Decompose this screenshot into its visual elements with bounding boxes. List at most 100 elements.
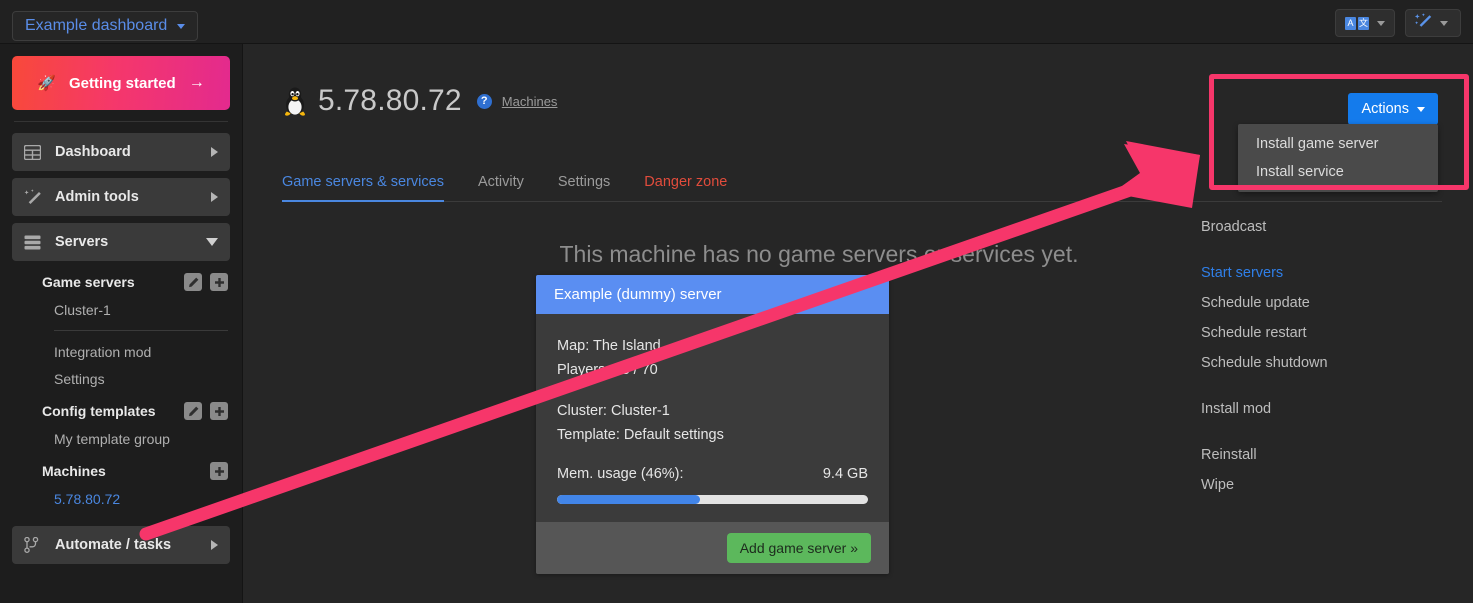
language-icon-letter-cjk: 文 — [1358, 17, 1369, 30]
actions-button-label: Actions — [1361, 101, 1409, 117]
sidebar-group-config-templates: Config templates — [14, 397, 228, 425]
rocket-icon: 🚀 — [37, 74, 56, 92]
sidebar-item-label: Automate / tasks — [55, 537, 211, 553]
memory-progress-bar — [557, 495, 868, 504]
menu-item-install-game-server[interactable]: Install game server — [1238, 130, 1438, 158]
sidebar-item-label: Admin tools — [55, 189, 211, 205]
sidebar-item-integration-mod[interactable]: Integration mod — [14, 338, 228, 365]
card-memory-label: Mem. usage (46%): — [557, 466, 684, 482]
card-header: Example (dummy) server — [536, 275, 889, 314]
chevron-down-icon — [206, 238, 218, 246]
plus-icon[interactable] — [210, 402, 228, 420]
tab-game-servers-services[interactable]: Game servers & services — [282, 174, 461, 201]
actions-button[interactable]: Actions — [1348, 93, 1438, 125]
sidebar-item-label: Dashboard — [55, 144, 211, 160]
card-footer: Add game server » — [536, 522, 889, 574]
pencil-icon[interactable] — [184, 402, 202, 420]
action-links-spacer — [1201, 378, 1328, 394]
sidebar: 🚀 Getting started → Dashboard — [0, 44, 243, 603]
chevron-down-icon — [1377, 21, 1385, 26]
card-title: Example (dummy) server — [554, 286, 722, 303]
app-root: Example dashboard A 文 — [0, 0, 1473, 603]
chevron-right-icon — [211, 147, 218, 157]
sidebar-item-settings[interactable]: Settings — [14, 365, 228, 392]
sidebar-item-dashboard[interactable]: Dashboard — [12, 133, 230, 171]
magic-wand-icon — [24, 189, 46, 205]
chevron-down-icon — [1440, 21, 1448, 26]
card-memory-row: Mem. usage (46%): 9.4 GB — [557, 466, 868, 482]
action-links-list: Broadcast Start servers Schedule update … — [1201, 212, 1328, 500]
language-icon: A 文 — [1345, 17, 1369, 30]
sidebar-divider — [14, 121, 228, 122]
card-memory-value: 9.4 GB — [823, 466, 868, 482]
main-content: 5.78.80.72 ? Machines Game servers & ser… — [244, 44, 1473, 603]
breadcrumb[interactable]: Machines — [502, 94, 558, 109]
card-cluster-line: Cluster: Cluster-1 — [557, 399, 868, 423]
action-link-reinstall[interactable]: Reinstall — [1201, 440, 1328, 470]
branch-icon — [24, 537, 46, 553]
menu-item-install-service[interactable]: Install service — [1238, 158, 1438, 186]
plus-icon[interactable] — [210, 462, 228, 480]
card-spacer — [557, 447, 868, 464]
sidebar-subsections: Game servers Cluster-1 Integration mod — [12, 268, 230, 512]
action-link-wipe[interactable]: Wipe — [1201, 470, 1328, 500]
sidebar-group-buttons — [184, 402, 228, 420]
sidebar-sub-label: Integration mod — [54, 344, 151, 360]
tab-activity[interactable]: Activity — [461, 174, 541, 201]
pencil-icon[interactable] — [184, 273, 202, 291]
chevron-right-icon — [211, 192, 218, 202]
example-server-card: Example (dummy) server Map: The Island P… — [536, 275, 889, 574]
menu-item-label: Install game server — [1256, 136, 1379, 152]
sidebar-group-game-servers: Game servers — [14, 268, 228, 296]
plus-icon[interactable] — [210, 273, 228, 291]
action-link-broadcast[interactable]: Broadcast — [1201, 212, 1328, 242]
sidebar-sub-divider — [54, 330, 228, 331]
tab-settings[interactable]: Settings — [541, 174, 627, 201]
card-spacer — [557, 382, 868, 399]
page-header: 5.78.80.72 ? Machines — [282, 84, 557, 118]
card-players-line: Players: 38 / 70 — [557, 358, 868, 382]
sidebar-sub-label: 5.78.80.72 — [54, 491, 120, 507]
action-link-schedule-update[interactable]: Schedule update — [1201, 288, 1328, 318]
card-body: Map: The Island Players: 38 / 70 Cluster… — [536, 314, 889, 522]
grid-icon — [24, 145, 46, 160]
tab-label: Settings — [558, 174, 610, 190]
sidebar-group-buttons — [184, 273, 228, 291]
tab-label: Danger zone — [644, 174, 727, 190]
top-bar-actions: A 文 — [1335, 9, 1461, 37]
action-link-schedule-shutdown[interactable]: Schedule shutdown — [1201, 348, 1328, 378]
language-button[interactable]: A 文 — [1335, 9, 1395, 37]
card-map-line: Map: The Island — [557, 334, 868, 358]
theme-button[interactable] — [1405, 9, 1461, 37]
top-bar: Example dashboard A 文 — [0, 0, 1473, 44]
action-links-spacer — [1201, 242, 1328, 258]
sidebar-item-my-template-group[interactable]: My template group — [14, 425, 228, 452]
sidebar-item-machine-ip[interactable]: 5.78.80.72 — [14, 485, 228, 512]
add-game-server-button[interactable]: Add game server » — [727, 533, 871, 563]
tab-label: Activity — [478, 174, 524, 190]
sidebar-sub-label: Cluster-1 — [54, 302, 111, 318]
sidebar-group-machines: Machines — [14, 457, 228, 485]
tab-danger-zone[interactable]: Danger zone — [627, 174, 744, 201]
memory-progress-fill — [557, 495, 700, 504]
sidebar-item-cluster-1[interactable]: Cluster-1 — [14, 296, 228, 323]
action-link-schedule-restart[interactable]: Schedule restart — [1201, 318, 1328, 348]
sidebar-item-servers[interactable]: Servers — [12, 223, 230, 261]
sidebar-item-label: Servers — [55, 234, 206, 250]
sidebar-item-admin-tools[interactable]: Admin tools — [12, 178, 230, 216]
getting-started-button[interactable]: 🚀 Getting started → — [12, 56, 230, 110]
sidebar-sub-label: My template group — [54, 431, 170, 447]
action-links-spacer — [1201, 424, 1328, 440]
action-link-install-mod[interactable]: Install mod — [1201, 394, 1328, 424]
tab-label: Game servers & services — [282, 174, 444, 190]
sidebar-group-label: Game servers — [14, 274, 184, 290]
dashboard-selector[interactable]: Example dashboard — [12, 11, 198, 41]
question-mark-icon[interactable]: ? — [477, 94, 492, 109]
sidebar-item-automate-tasks[interactable]: Automate / tasks — [12, 526, 230, 564]
tux-linux-icon — [282, 86, 308, 116]
card-template-line: Template: Default settings — [557, 423, 868, 447]
sidebar-group-buttons — [210, 462, 228, 480]
action-link-start-servers[interactable]: Start servers — [1201, 258, 1328, 288]
actions-dropdown-menu: Install game server Install service — [1238, 124, 1438, 192]
menu-item-label: Install service — [1256, 164, 1344, 180]
